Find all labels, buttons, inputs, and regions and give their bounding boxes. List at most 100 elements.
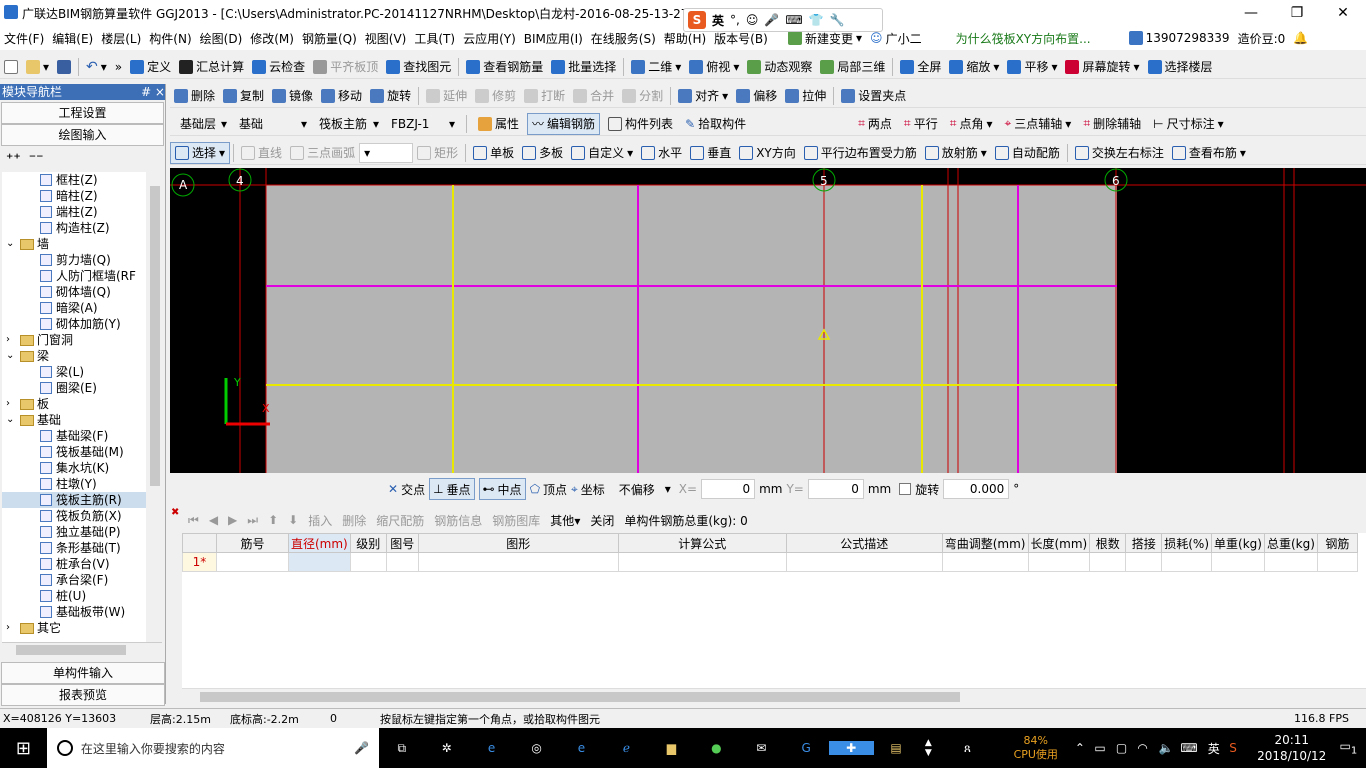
close-grid-button[interactable]: 关闭 <box>590 512 614 529</box>
x-input[interactable]: 0 <box>701 479 756 499</box>
column-header[interactable]: 图号 <box>385 533 419 553</box>
column-header[interactable]: 筋号 <box>216 533 289 553</box>
delete-row-button[interactable]: 删除 <box>342 512 366 529</box>
snap-intersection[interactable]: ✕ 交点 <box>388 481 425 498</box>
table-cell[interactable] <box>1316 552 1358 572</box>
snap-midpoint[interactable]: ⊷ 中点 <box>478 478 526 500</box>
toolbar-button[interactable]: 平移 ▾ <box>1003 56 1061 78</box>
explorer-icon[interactable]: ▆ <box>649 741 694 755</box>
clock[interactable]: 20:11 2018/10/12 <box>1253 732 1331 764</box>
mail-icon[interactable]: ✉ <box>739 741 784 755</box>
edit-tool-button[interactable]: 拉伸 <box>781 85 830 107</box>
two-point-axis-button[interactable]: ⌗ 两点 <box>854 113 896 135</box>
edit-tool-button[interactable]: 旋转 <box>366 85 415 107</box>
table-cell[interactable] <box>349 552 387 572</box>
draw-tool-button[interactable]: 查看布筋 ▾ <box>1168 142 1250 164</box>
ime-lang[interactable]: 英 <box>712 12 724 29</box>
draw-tool-button[interactable]: 直线 <box>237 142 286 164</box>
report-preview-button[interactable]: 报表预览 <box>1 684 165 706</box>
column-header[interactable]: 弯曲调整(mm) <box>941 533 1029 553</box>
point-angle-button[interactable]: ⌗ 点角 ▾ <box>946 113 997 135</box>
tree-folder[interactable]: › 门窗洞 <box>2 332 146 348</box>
tree-item[interactable]: 桩(U) <box>2 588 146 604</box>
draw-tool-button[interactable]: 自定义 ▾ <box>567 142 637 164</box>
column-header[interactable]: 级别 <box>349 533 387 553</box>
project-settings-button[interactable]: 工程设置 <box>1 102 164 124</box>
glodon-g-icon[interactable]: G <box>784 741 829 755</box>
tree-scroll-thumb[interactable] <box>150 186 160 486</box>
menu-item[interactable]: 构件(N) <box>145 30 195 47</box>
draw-tool-button[interactable]: 放射筋 ▾ <box>921 142 991 164</box>
toolbar-button[interactable]: 选择楼层 <box>1144 56 1217 78</box>
table-cell[interactable] <box>785 552 943 572</box>
table-cell[interactable] <box>1089 552 1127 572</box>
tree-folder[interactable]: ⌄ 基础 <box>2 412 146 428</box>
tree-item[interactable]: 基础梁(F) <box>2 428 146 444</box>
notes-icon[interactable]: ▤ <box>874 741 919 755</box>
tree-item[interactable]: 人防门框墙(RF <box>2 268 146 284</box>
pick-component-button[interactable]: ✎ 拾取构件 <box>681 113 750 135</box>
tree-item[interactable]: 构造柱(Z) <box>2 220 146 236</box>
table-cell[interactable] <box>1161 552 1213 572</box>
nav-pin-close[interactable]: # × <box>141 84 165 100</box>
tree-scrollbar[interactable] <box>148 172 162 642</box>
edit-tool-button[interactable]: 合并 <box>569 85 618 107</box>
column-header[interactable]: 损耗(%) <box>1161 533 1213 553</box>
draw-tool-button[interactable]: 单板 <box>469 142 518 164</box>
column-header[interactable]: 钢筋 <box>1316 533 1358 553</box>
move-down-icon[interactable]: ⬇ <box>288 513 298 527</box>
delete-axis-button[interactable]: ⌗ 删除辅轴 <box>1079 113 1145 135</box>
column-header[interactable]: 搭接 <box>1125 533 1163 553</box>
category-select[interactable]: 基础 ▾ <box>235 114 311 134</box>
table-cell[interactable] <box>385 552 419 572</box>
first-record-icon[interactable]: ⏮ <box>188 513 199 528</box>
people-icon[interactable]: ጸ <box>938 741 997 756</box>
snap-perpendicular[interactable]: ⊥ 垂点 <box>429 478 475 500</box>
floor-select[interactable]: 基础层 ▾ <box>176 114 231 134</box>
edit-tool-button[interactable]: 打断 <box>520 85 569 107</box>
y-input[interactable]: 0 <box>807 479 864 499</box>
edit-tool-button[interactable]: 对齐 ▾ <box>674 85 732 107</box>
tree-item[interactable]: 砌体墙(Q) <box>2 284 146 300</box>
keyboard-icon[interactable]: ⌨ <box>1180 741 1207 755</box>
raft-slab[interactable] <box>266 185 1117 473</box>
edit-tool-button[interactable]: 偏移 <box>732 85 781 107</box>
scale-rebar-button[interactable]: 缩尺配筋 <box>376 512 424 529</box>
save-button[interactable] <box>53 56 75 78</box>
move-up-icon[interactable]: ⬆ <box>268 513 278 527</box>
draw-tool-button[interactable]: 水平 <box>637 142 686 164</box>
start-button[interactable]: ⊞ <box>0 738 47 759</box>
edit-tool-button[interactable]: 设置夹点 <box>837 85 910 107</box>
menu-item[interactable]: 帮助(H) <box>660 30 710 47</box>
tree-folder[interactable]: ⌄ 梁 <box>2 348 146 364</box>
tree-item[interactable]: 柱墩(Y) <box>2 476 146 492</box>
column-header[interactable]: 图形 <box>417 533 619 553</box>
expander-icon[interactable]: › <box>6 620 20 636</box>
menu-item[interactable]: 钢筋量(Q) <box>298 30 361 47</box>
expander-icon[interactable]: › <box>6 396 20 412</box>
draw-tool-button[interactable]: 交换左右标注 <box>1071 142 1168 164</box>
volume-icon[interactable]: 🔈 <box>1159 741 1181 755</box>
table-cell[interactable] <box>617 552 787 572</box>
cpu-widget[interactable]: 84% CPU使用 <box>997 734 1075 762</box>
rotate-checkbox[interactable] <box>899 483 912 495</box>
app-green-icon[interactable]: ● <box>694 741 739 755</box>
column-header[interactable]: 直径(mm) <box>288 533 351 553</box>
edge-icon[interactable]: e <box>469 741 514 755</box>
question-link[interactable]: 为什么筏板XY方向布置... <box>956 30 1091 47</box>
expander-icon[interactable]: › <box>6 332 20 348</box>
column-header[interactable]: 公式描述 <box>785 533 943 553</box>
app-fan-icon[interactable]: ✲ <box>424 741 469 755</box>
other-button[interactable]: 其他▾ <box>550 512 580 529</box>
toolbar-button[interactable]: 批量选择 <box>547 56 620 78</box>
draw-tool-button[interactable]: 三点画弧 <box>286 142 359 164</box>
edit-tool-button[interactable]: 镜像 <box>268 85 317 107</box>
rebar-info-button[interactable]: 钢筋信息 <box>434 512 482 529</box>
draw-tool-button[interactable]: 平行边布置受力筋 <box>800 142 921 164</box>
minimize-button[interactable]: — <box>1228 0 1274 26</box>
menu-item[interactable]: BIM应用(I) <box>520 30 587 47</box>
toolbar-button[interactable]: 局部三维 <box>816 56 889 78</box>
task-view-icon[interactable]: ⧉ <box>379 741 424 756</box>
draw-tool-button[interactable]: 矩形 <box>413 142 462 164</box>
edit-tool-button[interactable]: 复制 <box>219 85 268 107</box>
